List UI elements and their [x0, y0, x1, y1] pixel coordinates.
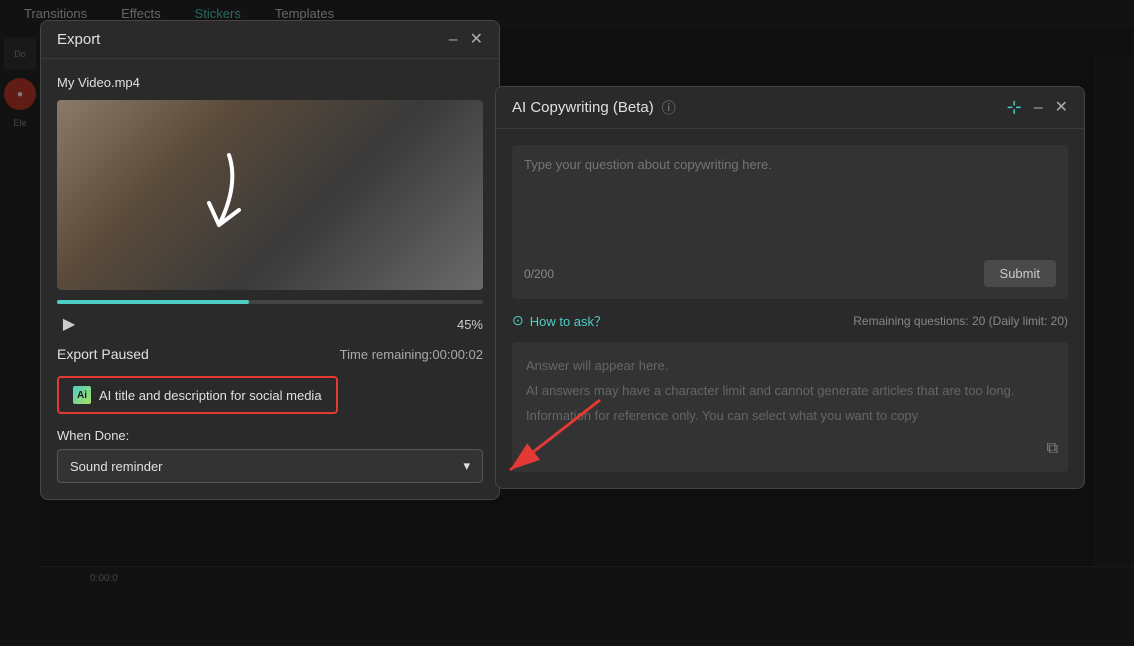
ai-panel-controls: ⊹ – ✕ — [1007, 97, 1068, 118]
remaining-questions: Remaining questions: 20 (Daily limit: 20… — [853, 314, 1068, 328]
ai-panel-minimize-button[interactable]: – — [1034, 100, 1043, 116]
answer-placeholder-line1: Answer will appear here. — [526, 356, 1054, 377]
time-remaining: Time remaining:00:00:02 — [340, 347, 483, 362]
ai-copywriting-panel: AI Copywriting (Beta) ⓘ ⊹ – ✕ 0/200 Subm… — [495, 86, 1085, 489]
answer-placeholder-line3: Information for reference only. You can … — [526, 406, 1054, 427]
ai-icon: Ai — [73, 386, 91, 404]
ai-panel-title-left: AI Copywriting (Beta) ⓘ — [512, 98, 676, 118]
video-preview — [57, 100, 483, 290]
answer-placeholder-line2: AI answers may have a character limit an… — [526, 381, 1054, 402]
submit-button[interactable]: Submit — [984, 260, 1056, 287]
progress-bar-container — [57, 300, 483, 304]
ai-panel-close-button[interactable]: ✕ — [1055, 100, 1068, 116]
export-minimize-button[interactable]: – — [449, 32, 458, 48]
ai-panel-title: AI Copywriting (Beta) — [512, 99, 654, 116]
export-dialog: Export – ✕ My Video.mp4 ▶ 45% — [40, 20, 500, 500]
progress-bar-fill — [57, 300, 249, 304]
export-state-row: Export Paused Time remaining:00:00:02 — [57, 346, 483, 362]
dropdown-value: Sound reminder — [70, 459, 163, 474]
export-body: My Video.mp4 ▶ 45% Export Paused — [41, 59, 499, 499]
ai-button-label: AI title and description for social medi… — [99, 388, 322, 403]
sketch-arrow — [189, 135, 309, 255]
play-button[interactable]: ▶ — [57, 312, 81, 336]
ai-answer-area: Answer will appear here. AI answers may … — [512, 342, 1068, 472]
ai-panel-titlebar: AI Copywriting (Beta) ⓘ ⊹ – ✕ — [496, 87, 1084, 129]
ai-question-input[interactable] — [524, 157, 1056, 247]
chevron-down-icon: ▾ — [463, 458, 470, 474]
export-status-row: ▶ 45% — [57, 312, 483, 336]
how-to-ask-left: ⊙ How to ask？ — [512, 311, 607, 330]
export-close-button[interactable]: ✕ — [470, 32, 483, 48]
char-count: 0/200 — [524, 267, 554, 281]
how-to-ask-link[interactable]: How to ask？ — [530, 311, 607, 330]
video-filename: My Video.mp4 — [57, 75, 483, 90]
how-to-ask-row: ⊙ How to ask？ Remaining questions: 20 (D… — [512, 311, 1068, 330]
pin-icon[interactable]: ⊹ — [1007, 97, 1022, 118]
ai-textarea-container: 0/200 Submit — [512, 145, 1068, 299]
export-percent: 45% — [457, 317, 483, 332]
when-done-label: When Done: — [57, 428, 483, 443]
question-circle-icon: ⊙ — [512, 312, 524, 329]
ai-panel-body: 0/200 Submit ⊙ How to ask？ Remaining que… — [496, 129, 1084, 488]
video-preview-inner — [57, 100, 483, 290]
copy-icon[interactable]: ⧉ — [1047, 436, 1058, 462]
play-icon: ▶ — [63, 314, 75, 334]
export-titlebar: Export – ✕ — [41, 21, 499, 59]
export-paused-label: Export Paused — [57, 346, 149, 362]
ai-textarea-footer: 0/200 Submit — [524, 260, 1056, 287]
info-icon[interactable]: ⓘ — [662, 98, 676, 118]
export-title: Export — [57, 31, 100, 48]
sound-reminder-dropdown[interactable]: Sound reminder ▾ — [57, 449, 483, 483]
ai-social-media-button[interactable]: Ai AI title and description for social m… — [57, 376, 338, 414]
export-titlebar-controls: – ✕ — [449, 32, 483, 48]
